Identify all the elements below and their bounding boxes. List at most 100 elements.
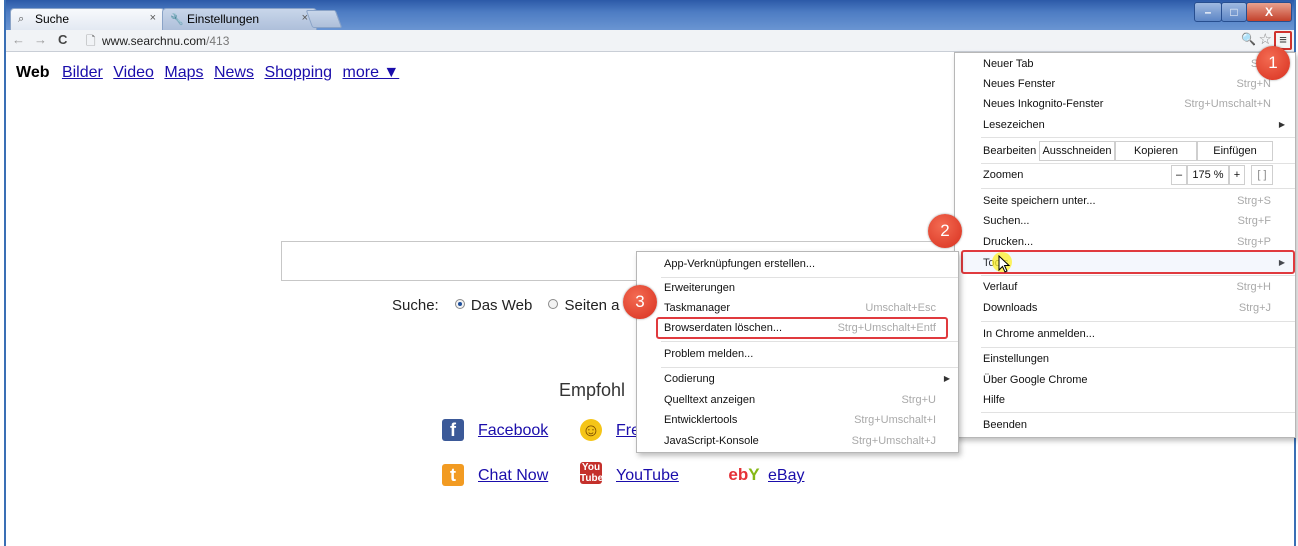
- title-bar: ⌕ Suche × 🔧 Einstellungen × – □ X: [6, 0, 1294, 30]
- menu-item-exit[interactable]: Beenden: [983, 415, 1285, 435]
- menu-item-about[interactable]: Über Google Chrome: [983, 370, 1285, 390]
- zoom-out-button[interactable]: –: [1171, 165, 1187, 185]
- nav-web[interactable]: Web: [16, 64, 49, 81]
- reload-icon[interactable]: C: [58, 32, 67, 47]
- menu-divider: [981, 188, 1295, 189]
- close-button[interactable]: X: [1246, 2, 1292, 22]
- tools-submenu: App-Verknüpfungen erstellen... Erweiteru…: [636, 251, 959, 453]
- address-bar[interactable]: 🗋 www.searchnu.com/413: [82, 32, 1262, 50]
- menu-item-new-window[interactable]: Neues Fenster Strg+N: [983, 74, 1285, 94]
- search-scope-label: Suche:: [392, 297, 439, 314]
- menu-shortcut: Strg+S: [1237, 195, 1271, 207]
- chevron-right-icon: ▶: [1278, 120, 1285, 129]
- menu-divider: [981, 347, 1295, 348]
- menu-item-settings[interactable]: Einstellungen: [983, 349, 1285, 369]
- menu-item-save-page[interactable]: Seite speichern unter... Strg+S: [983, 191, 1285, 211]
- menu-item-help[interactable]: Hilfe: [983, 390, 1285, 410]
- menu-label: JavaScript-Konsole: [664, 435, 759, 447]
- menu-label: Downloads: [983, 302, 1038, 314]
- smiley-icon: ☺: [580, 419, 602, 441]
- tab-settings-label: Einstellungen: [187, 12, 260, 26]
- back-icon[interactable]: ←: [12, 32, 25, 47]
- radio-pages[interactable]: [548, 299, 559, 309]
- menu-item-bookmarks[interactable]: Lesezeichen ▶: [983, 115, 1285, 135]
- chrome-main-menu: Neuer TabStrg Neues FensterStrg+N Neues …: [954, 52, 1296, 438]
- menu-shortcut: Umschalt+Esc: [865, 302, 936, 314]
- search-nav: Web Bilder Video Maps News Shopping more…: [16, 64, 405, 82]
- mouse-cursor-icon: [998, 255, 1011, 273]
- zoom-icon[interactable]: 🔍: [1241, 32, 1256, 46]
- menu-label: Verlauf: [983, 281, 1018, 293]
- zoom-value: 175 %: [1187, 165, 1229, 185]
- radio-web[interactable]: [454, 299, 465, 309]
- youtube-link[interactable]: YouTube: [616, 467, 679, 485]
- forward-icon[interactable]: →: [34, 32, 47, 47]
- close-icon[interactable]: ×: [150, 12, 156, 24]
- new-tab-button[interactable]: [305, 10, 343, 28]
- copy-button[interactable]: Kopieren: [1115, 141, 1197, 161]
- nav-images[interactable]: Bilder: [62, 64, 103, 81]
- menu-label: Neues Inkognito-Fenster: [983, 98, 1104, 110]
- nav-video[interactable]: Video: [113, 64, 154, 81]
- nav-more[interactable]: more ▼: [343, 64, 400, 81]
- page-icon: 🗋: [86, 34, 96, 48]
- menu-divider: [981, 275, 1295, 276]
- cut-button[interactable]: Ausschneiden: [1039, 141, 1115, 161]
- menu-item-encoding[interactable]: Codierung ▶: [664, 369, 950, 389]
- menu-divider: [981, 412, 1295, 413]
- menu-item-signin[interactable]: In Chrome anmelden...: [983, 324, 1285, 344]
- browser-toolbar: ← → C 🗋 www.searchnu.com/413 🔍 ☆ ≡: [6, 30, 1294, 52]
- menu-item-extensions[interactable]: Erweiterungen: [664, 278, 950, 298]
- menu-shortcut: Strg+Umschalt+J: [851, 435, 936, 447]
- radio-web-label: Das Web: [470, 297, 533, 314]
- minimize-button[interactable]: –: [1194, 2, 1222, 22]
- nav-maps[interactable]: Maps: [164, 64, 203, 81]
- menu-item-print[interactable]: Drucken... Strg+P: [983, 232, 1285, 252]
- ebay-link[interactable]: eBay: [768, 467, 804, 485]
- menu-label: Suchen...: [983, 215, 1030, 227]
- zoom-in-button[interactable]: +: [1229, 165, 1245, 185]
- nav-shopping[interactable]: Shopping: [264, 64, 332, 81]
- menu-item-task-manager[interactable]: Taskmanager Umschalt+Esc: [664, 298, 950, 318]
- menu-divider: [981, 163, 1295, 164]
- nav-news[interactable]: News: [214, 64, 254, 81]
- menu-divider: [661, 367, 958, 368]
- step-badge-2: 2: [928, 214, 962, 248]
- menu-item-find[interactable]: Suchen... Strg+F: [983, 211, 1285, 231]
- menu-shortcut: Strg+U: [901, 394, 936, 406]
- radio-pages-label: Seiten a: [564, 297, 620, 314]
- fullscreen-button[interactable]: [ ]: [1251, 165, 1273, 185]
- step-badge-3: 3: [623, 285, 657, 319]
- menu-item-incognito[interactable]: Neues Inkognito-Fenster Strg+Umschalt+N: [983, 94, 1285, 114]
- menu-shortcut: Strg+H: [1236, 281, 1271, 293]
- menu-item-report[interactable]: Problem melden...: [664, 344, 950, 364]
- menu-item-devtools[interactable]: Entwicklertools Strg+Umschalt+I: [664, 410, 950, 430]
- menu-item-js-console[interactable]: JavaScript-Konsole Strg+Umschalt+J: [664, 431, 950, 451]
- chat-now-link[interactable]: Chat Now: [478, 467, 548, 485]
- menu-item-history[interactable]: Verlauf Strg+H: [983, 277, 1285, 297]
- search-scope: Suche: Das Web Seiten a: [392, 297, 620, 314]
- recommend-heading: Empfohl: [559, 380, 626, 400]
- tab-search[interactable]: ⌕ Suche ×: [10, 8, 165, 30]
- menu-item-view-source[interactable]: Quelltext anzeigen Strg+U: [664, 390, 950, 410]
- menu-label: Codierung: [664, 373, 715, 385]
- menu-item-downloads[interactable]: Downloads Strg+J: [983, 298, 1285, 318]
- url-host: www.searchnu.com: [102, 34, 207, 48]
- maximize-button[interactable]: □: [1221, 2, 1247, 22]
- menu-item-app-shortcuts[interactable]: App-Verknüpfungen erstellen...: [664, 254, 950, 274]
- menu-divider: [981, 321, 1295, 322]
- menu-label: Lesezeichen: [983, 119, 1045, 131]
- wrench-icon: 🔧: [170, 14, 184, 26]
- menu-label: Drucken...: [983, 236, 1034, 248]
- facebook-link[interactable]: Facebook: [478, 422, 548, 440]
- clear-data-highlight: [656, 317, 948, 339]
- menu-shortcut: Strg+Umschalt+N: [1184, 98, 1271, 110]
- youtube-icon: You Tube: [580, 462, 604, 484]
- tab-settings[interactable]: 🔧 Einstellungen ×: [162, 8, 317, 30]
- menu-item-new-tab[interactable]: Neuer TabStrg: [983, 54, 1285, 74]
- menu-label: Entwicklertools: [664, 414, 738, 426]
- url-path: /413: [206, 34, 230, 48]
- paste-button[interactable]: Einfügen: [1197, 141, 1273, 161]
- chat-icon: t: [442, 464, 464, 486]
- menu-label: Quelltext anzeigen: [664, 394, 756, 406]
